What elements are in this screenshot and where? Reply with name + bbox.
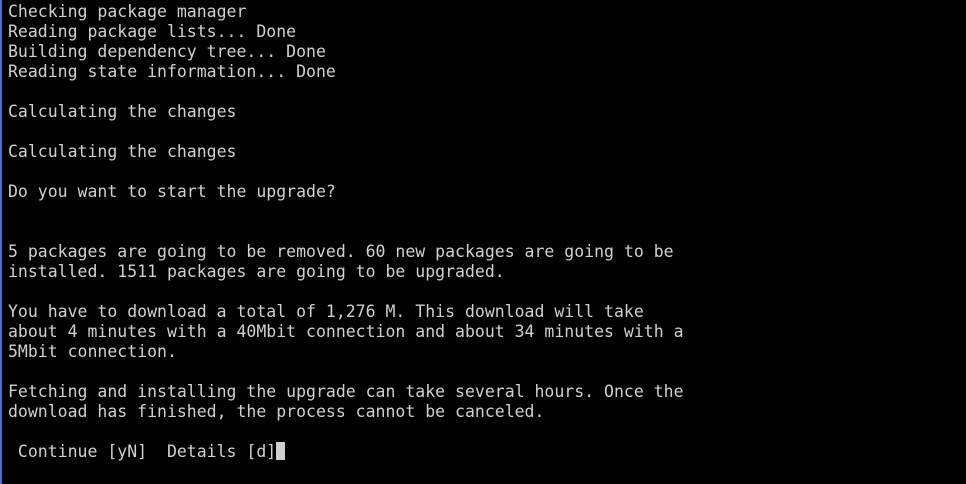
- text-cursor[interactable]: [276, 442, 286, 460]
- output-line: Reading package lists... Done: [8, 22, 297, 41]
- upgrade-question: Do you want to start the upgrade?: [8, 182, 336, 201]
- output-line: Checking package manager: [8, 2, 247, 21]
- download-info-line: 5Mbit connection.: [8, 342, 177, 361]
- warning-line: Fetching and installing the upgrade can …: [8, 382, 684, 401]
- output-line: Calculating the changes: [8, 102, 237, 121]
- warning-line: download has finished, the process canno…: [8, 402, 545, 421]
- packages-summary-line: installed. 1511 packages are going to be…: [8, 262, 505, 281]
- download-info-line: about 4 minutes with a 40Mbit connection…: [8, 322, 684, 341]
- output-line: Calculating the changes: [8, 142, 237, 161]
- output-line: Reading state information... Done: [8, 62, 336, 81]
- download-info-line: You have to download a total of 1,276 M.…: [8, 302, 644, 321]
- packages-summary-line: 5 packages are going to be removed. 60 n…: [8, 242, 674, 261]
- continue-prompt: Continue [yN] Details [d]: [8, 442, 277, 461]
- terminal-window[interactable]: Checking package manager Reading package…: [0, 0, 966, 484]
- output-line: Building dependency tree... Done: [8, 42, 326, 61]
- prompt-line[interactable]: Continue [yN] Details [d]: [8, 442, 966, 462]
